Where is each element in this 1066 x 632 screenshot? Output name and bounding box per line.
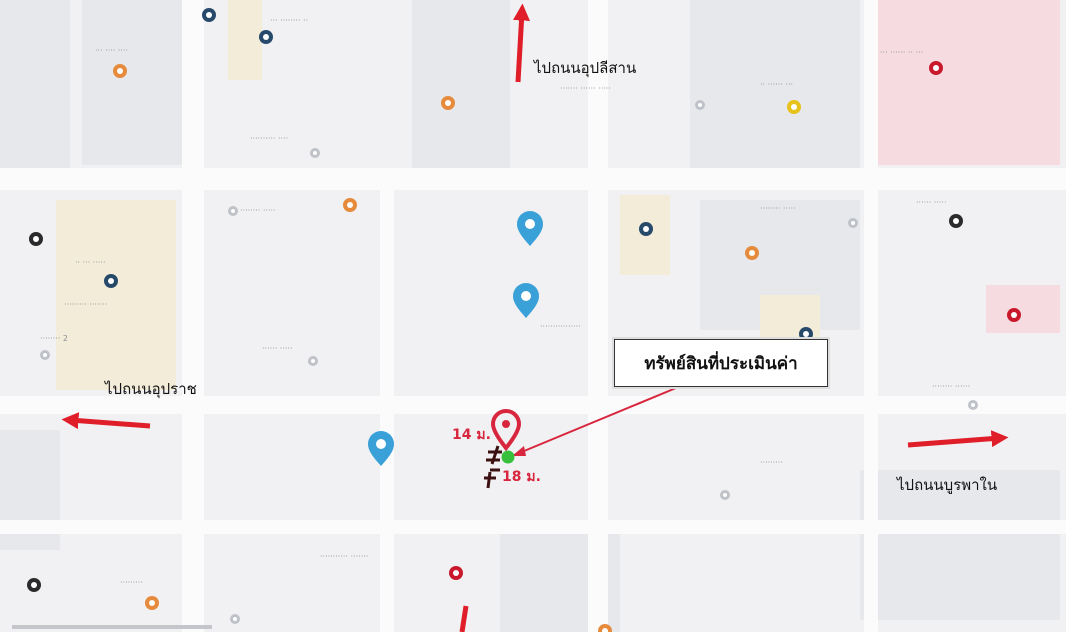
subject-point-icon (501, 450, 515, 464)
info-pin-icon (517, 211, 543, 246)
info-pin-icon (368, 431, 394, 466)
map-canvas[interactable]: ··· ···· ···· ··· ········ ·· ······· ··… (0, 0, 1066, 632)
location-marker-icon (490, 409, 522, 452)
north-direction-label: ไปถนนอุปลีสาน (534, 59, 637, 77)
south-arrow (459, 605, 469, 632)
callout-leader (511, 387, 677, 457)
east-direction-label: ไปถนนบูรพาใน (897, 476, 998, 494)
west-direction-label: ไปถนนอุปราช (105, 380, 197, 398)
scale-bar (12, 625, 212, 629)
assessed-property-callout: ทรัพย์สินที่ประเมินค่า (614, 339, 828, 387)
north-arrow (513, 3, 531, 83)
boundary-sketch (484, 445, 502, 489)
east-arrow (907, 430, 1009, 448)
callout-label: ทรัพย์สินที่ประเมินค่า (644, 353, 798, 374)
distance-label-first: 14 ม. (452, 427, 491, 443)
distance-label-second: 18 ม. (502, 469, 541, 485)
map-overlay (12, 3, 1009, 632)
info-pin-icon (513, 283, 539, 318)
west-arrow (61, 412, 151, 430)
